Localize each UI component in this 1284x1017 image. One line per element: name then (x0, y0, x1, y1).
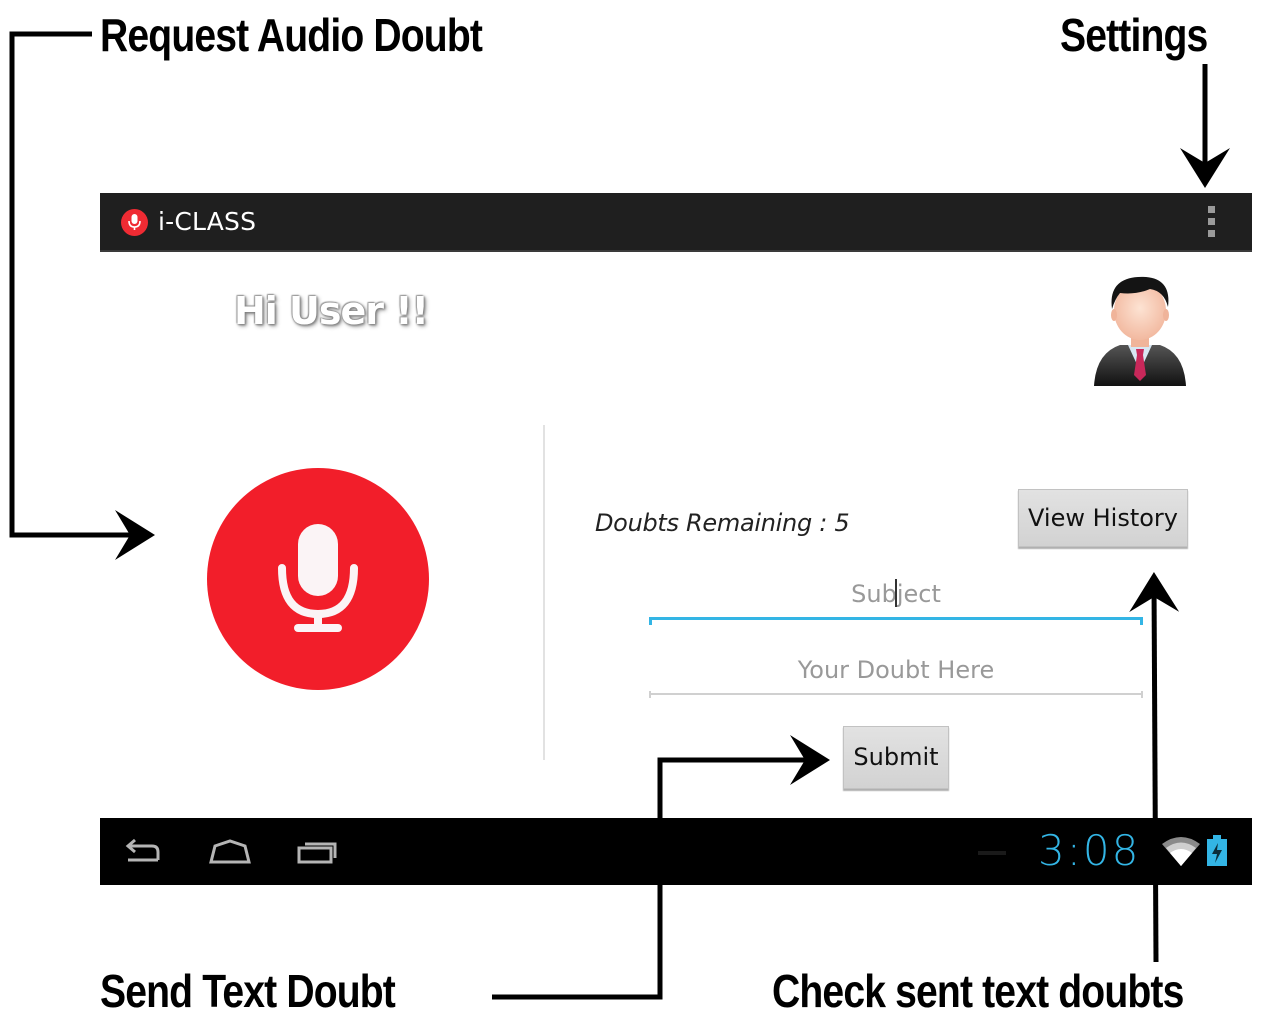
recent-apps-icon[interactable] (296, 838, 338, 871)
app-title: i-CLASS (158, 207, 257, 236)
system-navigation-bar: 3:08 (100, 818, 1252, 885)
back-icon[interactable] (122, 838, 164, 871)
text-cursor (895, 579, 897, 607)
annotation-request-audio-doubt: Request Audio Doubt (100, 9, 483, 61)
notification-indicator (978, 851, 1006, 855)
request-audio-doubt-button[interactable] (207, 468, 429, 690)
submit-button[interactable]: Submit (843, 726, 949, 789)
doubt-input-edge-right (1141, 691, 1143, 698)
subject-input-edge-right (1140, 617, 1143, 625)
vertical-divider (543, 425, 545, 760)
annotation-check-sent-doubts: Check sent text doubts (772, 965, 1184, 1017)
doubt-input[interactable] (649, 647, 1143, 695)
doubt-input-edge-left (649, 691, 651, 698)
microphone-icon (278, 524, 358, 632)
overflow-menu-icon[interactable] (1196, 203, 1226, 241)
clock[interactable]: 3:08 (1038, 826, 1140, 875)
view-history-button[interactable]: View History (1018, 489, 1188, 547)
doubts-remaining-label: Doubts Remaining : 5 (595, 509, 850, 537)
android-screen: i-CLASS Hi User !! Doubts Remaining: 5 … (100, 193, 1252, 885)
action-bar: i-CLASS (100, 193, 1252, 252)
annotation-settings: Settings (1060, 9, 1208, 61)
annotation-send-text-doubt: Send Text Doubt (100, 965, 396, 1017)
mic-icon (121, 209, 148, 236)
home-icon[interactable] (208, 838, 252, 871)
subject-input-edge-left (649, 617, 652, 625)
user-avatar-icon[interactable] (1090, 271, 1190, 389)
battery-charging-icon (1206, 835, 1228, 872)
greeting-text: Hi User !! (234, 289, 429, 333)
wifi-icon (1162, 836, 1200, 873)
